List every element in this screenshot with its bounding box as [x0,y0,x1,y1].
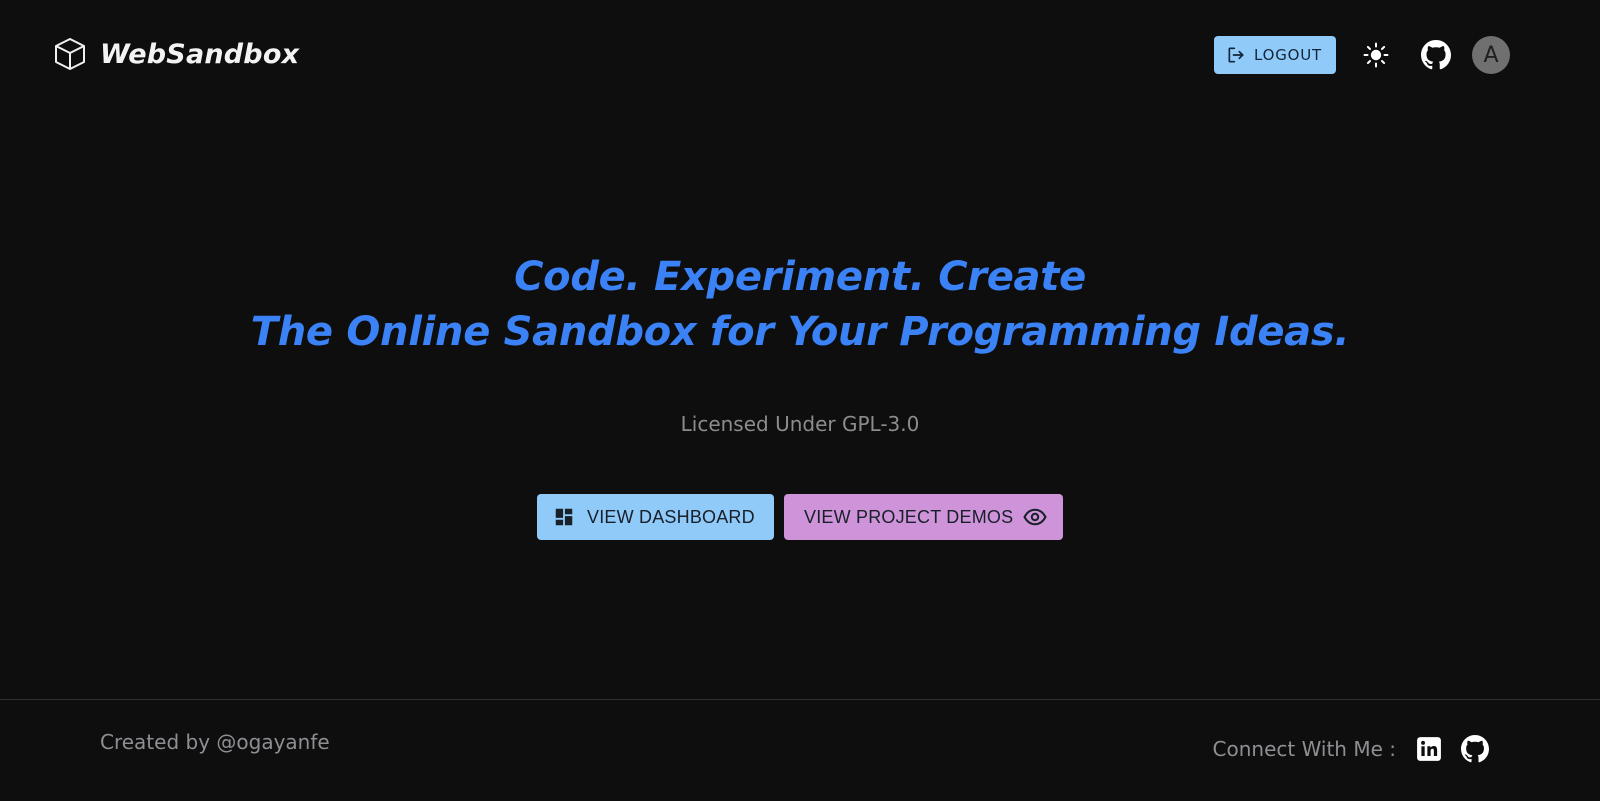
brand-name: WebSandbox [100,38,300,70]
linkedin-link[interactable] [1414,734,1444,764]
hero-title-line-1: Code. Experiment. Create [514,254,1086,300]
dashboard-icon [553,506,575,528]
github-icon [1461,735,1489,763]
user-avatar[interactable]: A [1472,36,1510,74]
logout-button[interactable]: LOGOUT [1213,36,1336,74]
app-footer: Created by @ogayanfe Connect With Me : [0,699,1600,801]
logout-label: LOGOUT [1253,46,1322,64]
connect-label: Connect With Me : [1212,737,1396,761]
eye-icon [1023,505,1047,529]
hero-title-line-2: The Online Sandbox for Your Programming … [250,309,1350,355]
github-icon [1421,40,1451,70]
view-project-demos-button[interactable]: VIEW PROJECT DEMOS [784,494,1063,540]
app-header: WebSandbox LOGOUT A [0,0,1600,110]
theme-toggle-button[interactable] [1356,35,1396,75]
avatar-initial: A [1483,42,1499,68]
cube-icon [52,36,88,72]
view-project-demos-label: VIEW PROJECT DEMOS [804,506,1014,527]
view-dashboard-label: VIEW DASHBOARD [587,506,755,527]
hero-title: Code. Experiment. Create The Online Sand… [0,250,1600,360]
github-header-button[interactable] [1416,35,1456,75]
view-dashboard-button[interactable]: VIEW DASHBOARD [537,494,774,540]
hero-section: Code. Experiment. Create The Online Sand… [0,250,1600,360]
logout-icon [1226,45,1246,65]
sun-icon [1362,41,1390,69]
brand[interactable]: WebSandbox [52,36,299,72]
linkedin-icon [1416,736,1442,762]
github-footer-link[interactable] [1460,734,1490,764]
cta-row: VIEW DASHBOARD VIEW PROJECT DEMOS [537,494,1063,540]
credit-text: Created by @ogayanfe [100,730,330,754]
connect-section: Connect With Me : [1213,734,1490,764]
header-actions: LOGOUT A [1213,35,1510,75]
license-text: Licensed Under GPL-3.0 [680,412,920,436]
